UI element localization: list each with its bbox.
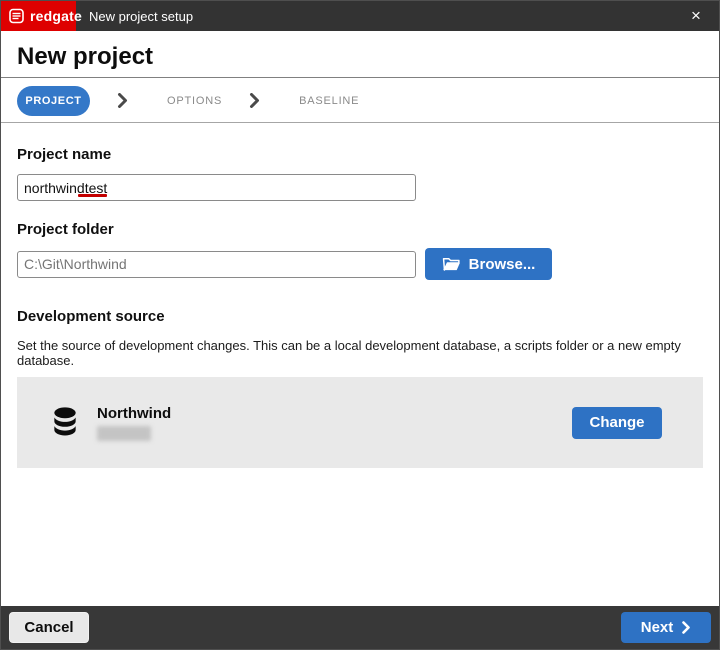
redgate-logo-text: redgate [30,8,82,24]
wizard-steps: PROJECT OPTIONS BASELINE [1,79,719,123]
redgate-logo-icon [9,8,24,24]
project-name-input-wrap [17,174,416,201]
footer-bar: Cancel Next [1,606,719,649]
page-title: New project [17,43,153,71]
new-project-setup-window: redgate New project setup × New project … [0,0,720,650]
source-info: Northwind [97,405,171,441]
project-folder-input[interactable] [17,251,416,278]
chevron-right-icon [117,93,128,108]
spellcheck-underline [78,194,107,197]
browse-button-label: Browse... [469,256,536,273]
browse-button[interactable]: Browse... [425,248,552,280]
project-folder-row: Browse... [17,248,703,280]
next-button-label: Next [641,619,674,636]
chevron-right-icon [682,621,691,634]
cancel-button[interactable]: Cancel [9,612,89,643]
database-name: Northwind [97,405,171,422]
development-source-heading: Development source [17,308,703,325]
project-folder-label: Project folder [17,221,703,238]
wizard-step-project[interactable]: PROJECT [17,86,90,116]
project-name-input[interactable] [17,174,416,201]
redacted-server-name [97,426,151,441]
folder-icon [442,257,460,271]
form-content: Project name Project folder Browse... De… [1,123,719,468]
database-icon [53,407,77,438]
project-name-label: Project name [17,146,703,163]
development-source-description: Set the source of development changes. T… [17,338,703,368]
next-button[interactable]: Next [621,612,711,643]
redgate-logo: redgate [1,1,76,31]
window-title: New project setup [89,1,673,31]
change-button[interactable]: Change [572,407,662,439]
chevron-right-icon [249,93,260,108]
title-bar: redgate New project setup × [1,1,719,31]
development-source-panel: Northwind Change [17,377,703,468]
wizard-step-options: OPTIONS [167,95,222,107]
heading-row: New project [1,31,719,78]
close-icon[interactable]: × [673,1,719,31]
wizard-step-baseline: BASELINE [299,95,359,107]
